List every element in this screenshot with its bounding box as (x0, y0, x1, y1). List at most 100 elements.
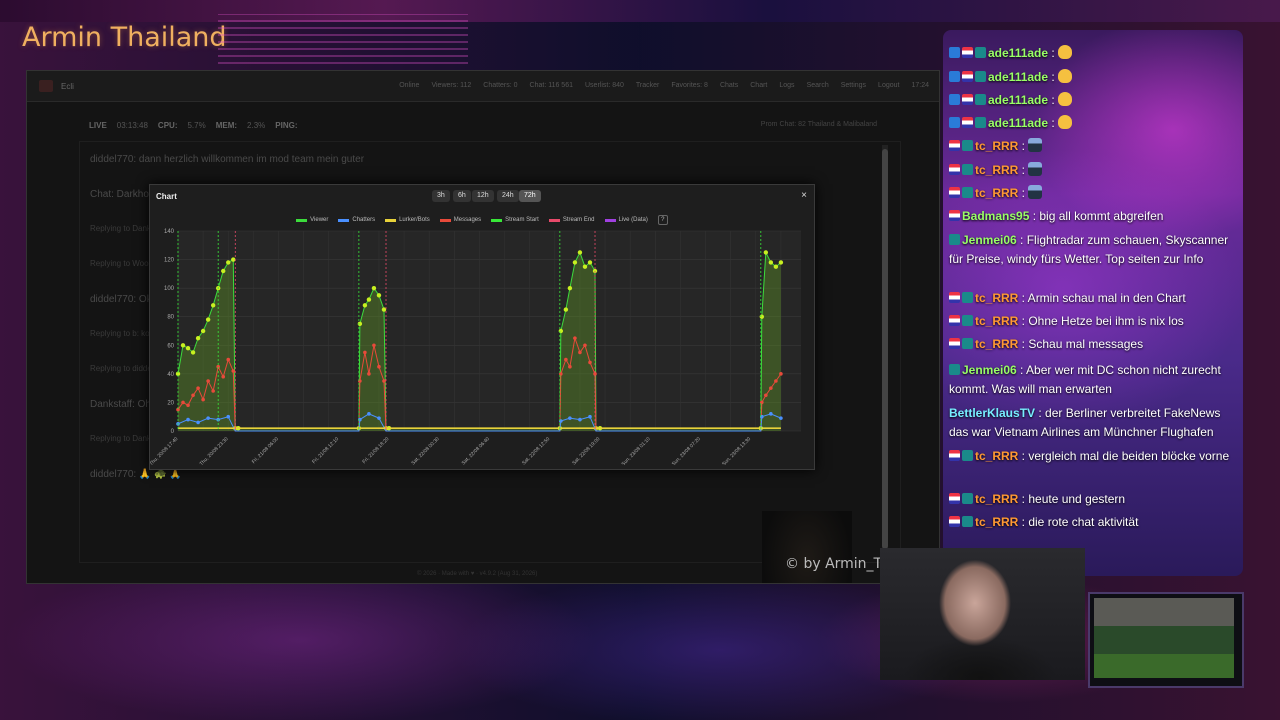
data-point-messages (196, 386, 200, 390)
chat-message: Badmans95 : big all kommt abgreifen (949, 207, 1239, 226)
nav-item[interactable]: Search (807, 82, 829, 89)
chat-username[interactable]: ade111ade (988, 70, 1048, 84)
user-badge-icon (949, 140, 960, 151)
user-badge-icon (949, 210, 960, 221)
nav-item[interactable]: Favorites: 8 (671, 82, 708, 89)
nav-item[interactable]: Chat: 116 561 (530, 82, 573, 89)
data-point-viewer (381, 307, 387, 312)
nav-item[interactable]: Settings (841, 82, 866, 89)
top-stripe (0, 0, 1280, 22)
chat-username[interactable]: tc_RRR (975, 186, 1018, 200)
nav-item[interactable]: Userlist: 840 (585, 82, 624, 89)
x-tick-label: Sat, 22/08 06:40 (461, 436, 491, 465)
nav-item[interactable]: Logout (878, 82, 899, 89)
user-badge-icon (949, 516, 960, 527)
data-point-viewer (582, 264, 588, 269)
data-point-viewer (778, 260, 784, 265)
chat-message: Jenmei06 : Flightradar zum schauen, Skys… (949, 231, 1239, 269)
chart-legend: Viewer Chatters Lurker/Bots Messages Stream … (150, 215, 814, 225)
data-point-messages (363, 350, 367, 355)
chat-message: ade111ade : (949, 44, 1239, 63)
legend-item[interactable]: Chatters (338, 215, 375, 225)
chat-text: : (1048, 46, 1059, 60)
legend-item[interactable]: Viewer (296, 215, 328, 225)
data-point-viewer (572, 260, 578, 265)
nav-item[interactable]: Chats (720, 82, 738, 89)
user-badge-icon (975, 94, 986, 105)
data-point-viewer (768, 260, 774, 265)
help-icon[interactable]: ? (657, 215, 668, 225)
chat-text: : heute und gestern (1018, 492, 1126, 506)
range-button-12h[interactable]: 12h (472, 190, 494, 202)
nav-item[interactable]: Viewers: 112 (431, 82, 471, 89)
legend-swatch (338, 218, 350, 222)
x-tick-label: Fri, 21/08 12:10 (311, 436, 340, 465)
legend-item[interactable]: Stream End (548, 215, 595, 225)
data-point-chatters (367, 412, 371, 416)
data-point-messages (779, 372, 783, 376)
nav-item[interactable]: Chart (750, 82, 767, 89)
live-time: 03:13:48 (116, 121, 148, 130)
user-badge-icon (962, 338, 973, 349)
data-point-viewer (210, 303, 216, 308)
data-point-messages (564, 357, 568, 362)
nav-item[interactable]: Chatters: 0 (483, 82, 517, 89)
nav-item[interactable]: 17:24 (911, 82, 929, 89)
data-point-chatters (226, 414, 231, 419)
data-point-viewer (759, 314, 765, 319)
chat-username[interactable]: Jenmei06 (962, 233, 1017, 247)
legend-label: Lurker/Bots (399, 217, 430, 223)
y-tick-label: 80 (167, 315, 174, 321)
data-point-chatters (377, 416, 381, 420)
chat-username[interactable]: tc_RRR (975, 515, 1018, 529)
image-emote-icon (1028, 162, 1043, 176)
chat-username[interactable]: tc_RRR (975, 139, 1018, 153)
chat-username[interactable]: Jenmei06 (962, 363, 1017, 377)
chat-message: BettlerKlausTV : der Berliner verbreitet… (949, 404, 1239, 442)
range-button-3h[interactable]: 3h (432, 190, 450, 202)
range-button-24h[interactable]: 24h (497, 190, 519, 202)
data-point-messages (367, 372, 371, 376)
range-button-6h[interactable]: 6h (453, 190, 471, 202)
user-badge-icon (962, 315, 973, 326)
nav-item[interactable]: Online (399, 82, 419, 89)
chat-username[interactable]: tc_RRR (975, 291, 1018, 305)
chat-message: tc_RRR : (949, 161, 1239, 180)
chat-username[interactable]: tc_RRR (975, 449, 1018, 463)
chat-username[interactable]: BettlerKlausTV (949, 406, 1035, 420)
user-badge-icon (949, 47, 960, 58)
chat-text: : (1018, 139, 1029, 153)
legend-swatch (548, 218, 560, 222)
chat-overlay: ade111ade : ade111ade : ade111ade : ade1… (943, 30, 1243, 576)
cpu-value: 5.7% (187, 121, 206, 130)
chat-username[interactable]: ade111ade (988, 116, 1048, 130)
chat-username[interactable]: ade111ade (988, 93, 1048, 107)
legend-swatch (296, 218, 308, 222)
legend-label: Messages (453, 217, 482, 223)
user-badge-icon (949, 493, 960, 504)
chat-username[interactable]: tc_RRR (975, 314, 1018, 328)
legend-label: Stream Start (505, 217, 539, 223)
nav-item[interactable]: Logs (779, 82, 794, 89)
legend-item[interactable]: Stream Start (491, 215, 539, 225)
chat-username[interactable]: tc_RRR (975, 337, 1018, 351)
x-tick-label: Fri, 21/08 06:00 (251, 436, 280, 465)
chat-username[interactable]: ade111ade (988, 46, 1048, 60)
live-label: LIVE (89, 121, 107, 130)
user-badge-icon (975, 117, 986, 128)
chat-message: Jenmei06 : Aber wer mit DC schon nicht z… (949, 361, 1239, 399)
legend-item[interactable]: Messages (439, 215, 482, 225)
chat-username[interactable]: tc_RRR (975, 492, 1018, 506)
range-button-72h[interactable]: 72h (519, 190, 541, 202)
chart-plot: 0 20 40 60 80 100 120 140 Thu, 20/08 17:40 Thu, 2… (150, 229, 801, 465)
close-icon[interactable]: × (801, 190, 807, 201)
user-badge-icon (962, 450, 973, 461)
legend-item[interactable]: Live (Data) (604, 215, 648, 225)
chat-log-scroll-thumb[interactable] (882, 149, 888, 549)
legend-item[interactable]: Lurker/Bots (385, 215, 430, 225)
chat-username[interactable]: tc_RRR (975, 163, 1018, 177)
user-badge-icon (962, 187, 973, 198)
portrait-image (762, 511, 852, 583)
nav-item[interactable]: Tracker (636, 82, 659, 89)
chat-username[interactable]: Badmans95 (962, 209, 1029, 223)
